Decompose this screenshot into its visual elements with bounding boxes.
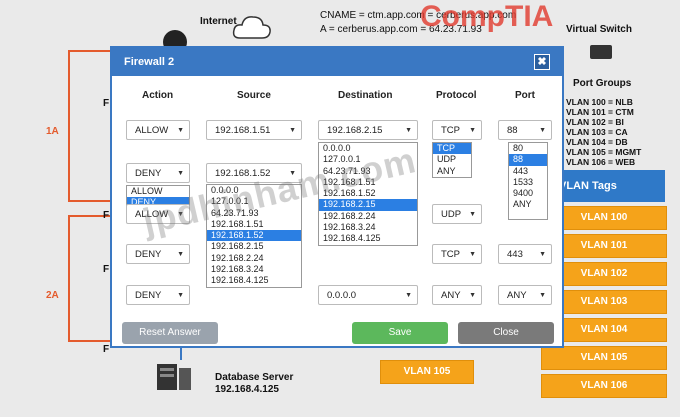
- row1-protocol-select[interactable]: TCP ▼: [432, 120, 482, 140]
- row5-protocol-select[interactable]: ANY ▼: [432, 285, 482, 305]
- firewall-label: F: [103, 98, 110, 109]
- row5-action-select[interactable]: DENY ▼: [126, 285, 190, 305]
- network-link: [68, 215, 70, 340]
- protocol-option[interactable]: UDP: [433, 154, 471, 165]
- column-header-action: Action: [142, 90, 174, 101]
- source-option[interactable]: 192.168.4.125: [207, 275, 301, 286]
- destination-option-selected[interactable]: 192.168.2.15: [319, 199, 417, 211]
- vlan-entry: VLAN 105 = MGMT: [566, 147, 642, 157]
- close-icon[interactable]: ✖: [534, 54, 550, 70]
- vlan-port-group-list: VLAN 100 = NLB VLAN 101 = CTM VLAN 102 =…: [566, 97, 641, 167]
- row2-source-select[interactable]: 192.168.1.52 ▼: [206, 163, 302, 183]
- port-option-selected[interactable]: 88: [509, 154, 547, 166]
- destination-option[interactable]: 192.168.2.24: [319, 211, 417, 222]
- source-dropdown-list[interactable]: 0.0.0.0 127.0.0.1 64.23.71.93 192.168.1.…: [206, 184, 302, 288]
- row1-source-select[interactable]: 192.168.1.51 ▼: [206, 120, 302, 140]
- column-header-protocol: Protocol: [436, 90, 477, 101]
- row1-destination-select[interactable]: 192.168.2.15 ▼: [318, 120, 418, 140]
- source-option[interactable]: 0.0.0.0: [207, 185, 301, 196]
- firewall-label: F: [103, 264, 110, 275]
- port-groups-label: Port Groups: [573, 78, 632, 89]
- placed-vlan-tag[interactable]: VLAN 105: [380, 360, 474, 384]
- destination-option[interactable]: 0.0.0.0: [319, 143, 417, 154]
- row1-port-select[interactable]: 88 ▼: [498, 120, 552, 140]
- comptia-logo: CompTIA: [420, 0, 554, 33]
- source-option-selected[interactable]: 192.168.1.52: [207, 230, 301, 242]
- vlan-entry: VLAN 100 = NLB: [566, 97, 633, 107]
- source-option[interactable]: 192.168.3.24: [207, 264, 301, 275]
- destination-option[interactable]: 192.168.4.125: [319, 233, 417, 244]
- row1-action-select[interactable]: ALLOW ▼: [126, 120, 190, 140]
- vlan-entry: VLAN 104 = DB: [566, 137, 628, 147]
- network-link: [68, 340, 112, 342]
- dialog-title-bar: Firewall 2 ✖: [112, 48, 562, 76]
- network-link: [68, 50, 70, 200]
- vlan-tag-105[interactable]: VLAN 105: [541, 346, 667, 370]
- port-dropdown-list[interactable]: 80 88 443 1533 9400 ANY: [508, 142, 548, 220]
- source-option[interactable]: 64.23.71.93: [207, 208, 301, 219]
- row4-protocol-select[interactable]: TCP ▼: [432, 244, 482, 264]
- destination-dropdown-list[interactable]: 0.0.0.0 127.0.0.1 64.23.71.93 192.168.1.…: [318, 142, 418, 246]
- protocol-dropdown-list[interactable]: TCP UDP ANY: [432, 142, 472, 178]
- database-server-ip: 192.168.4.125: [215, 384, 279, 395]
- action-option[interactable]: ALLOW: [127, 186, 189, 197]
- source-option[interactable]: 192.168.2.24: [207, 253, 301, 264]
- vlan-entry: VLAN 102 = BI: [566, 117, 624, 127]
- dialog-title: Firewall 2: [124, 56, 175, 68]
- zone-2a-label: 2A: [46, 290, 59, 301]
- source-option[interactable]: 192.168.2.15: [207, 241, 301, 252]
- vlan-tag-106[interactable]: VLAN 106: [541, 374, 667, 398]
- source-option[interactable]: 127.0.0.1: [207, 196, 301, 207]
- row5-destination-select[interactable]: 0.0.0.0 ▼: [318, 285, 418, 305]
- close-button[interactable]: Close: [458, 322, 554, 344]
- vlan-entry: VLAN 101 = CTM: [566, 107, 634, 117]
- protocol-option[interactable]: ANY: [433, 166, 471, 177]
- port-option[interactable]: 443: [509, 166, 547, 177]
- column-header-port: Port: [515, 90, 535, 101]
- network-link: [68, 200, 112, 202]
- destination-option[interactable]: 192.168.1.52: [319, 188, 417, 199]
- port-option[interactable]: 80: [509, 143, 547, 154]
- zone-1a-label: 1A: [46, 126, 59, 137]
- virtual-switch-label: Virtual Switch: [566, 24, 632, 35]
- destination-option[interactable]: 64.23.71.93: [319, 166, 417, 177]
- port-option[interactable]: 9400: [509, 188, 547, 199]
- vlan-entry: VLAN 103 = CA: [566, 127, 628, 137]
- destination-option[interactable]: 192.168.1.51: [319, 177, 417, 188]
- firewall-label: F: [103, 344, 110, 355]
- destination-option[interactable]: 192.168.3.24: [319, 222, 417, 233]
- column-header-source: Source: [237, 90, 271, 101]
- vlan-entry: VLAN 106 = WEB: [566, 157, 636, 167]
- switch-icon: [590, 45, 612, 59]
- destination-option[interactable]: 127.0.0.1: [319, 154, 417, 165]
- firewall-dialog: Firewall 2 ✖ Action Source Destination P…: [110, 46, 564, 348]
- port-option[interactable]: 1533: [509, 177, 547, 188]
- save-button[interactable]: Save: [352, 322, 448, 344]
- row3-protocol-select[interactable]: UDP ▼: [432, 204, 482, 224]
- column-header-destination: Destination: [338, 90, 393, 101]
- row3-action-select[interactable]: ALLOW ▼: [126, 204, 190, 224]
- network-link: [68, 50, 112, 52]
- vlan-tags-header: VLAN Tags: [547, 170, 665, 202]
- protocol-option-selected[interactable]: TCP: [433, 143, 471, 155]
- row2-action-select[interactable]: DENY ▼: [126, 163, 190, 183]
- cloud-icon: [232, 16, 271, 39]
- port-option[interactable]: ANY: [509, 199, 547, 210]
- row4-port-select[interactable]: 443 ▼: [498, 244, 552, 264]
- database-server-icon: [157, 364, 191, 390]
- source-option[interactable]: 192.168.1.51: [207, 219, 301, 230]
- row5-port-select[interactable]: ANY ▼: [498, 285, 552, 305]
- reset-answer-button[interactable]: Reset Answer: [122, 322, 218, 344]
- database-server-label: Database Server: [215, 372, 294, 383]
- firewall-label: F: [103, 210, 110, 221]
- row4-action-select[interactable]: DENY ▼: [126, 244, 190, 264]
